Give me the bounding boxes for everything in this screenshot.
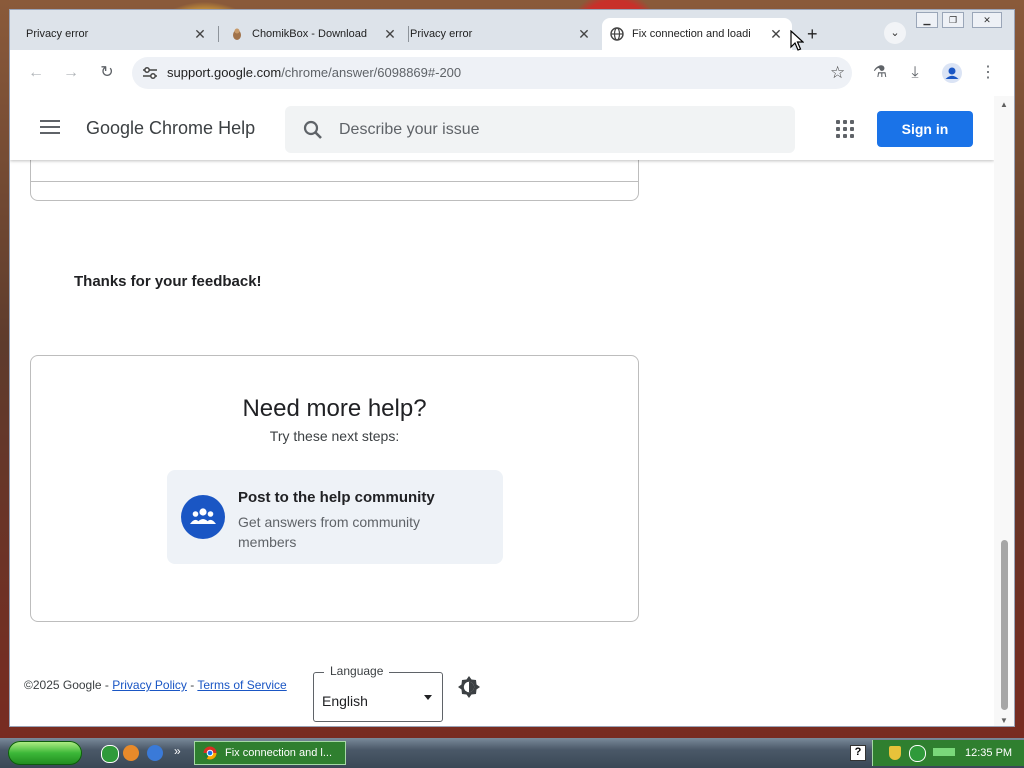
taskbar-window-title: Fix connection and l...	[225, 747, 333, 759]
tab-separator	[218, 26, 219, 42]
page-footer: ©2025 Google - Privacy Policy - Terms of…	[24, 678, 287, 692]
globe-icon	[610, 27, 624, 41]
scroll-up-arrow-icon[interactable]: ▲	[1000, 100, 1008, 109]
sign-in-button[interactable]: Sign in	[877, 111, 973, 147]
search-icon[interactable]	[303, 120, 323, 140]
tab-chomikbox[interactable]: ChomikBox - Download ✕	[222, 18, 406, 50]
chrome-window: Privacy error ✕ ChomikBox - Download ✕ P…	[10, 10, 1014, 726]
profile-avatar-icon[interactable]	[942, 63, 962, 83]
tab-strip: Privacy error ✕ ChomikBox - Download ✕ P…	[10, 10, 1014, 50]
firefox-icon[interactable]	[123, 745, 139, 761]
chrome-taskbar-icon	[203, 746, 217, 760]
terms-of-service-link[interactable]: Terms of Service	[197, 678, 286, 692]
privacy-policy-link[interactable]: Privacy Policy	[112, 678, 187, 692]
google-apps-grid-icon[interactable]	[836, 120, 854, 138]
forward-arrow-icon[interactable]: →	[61, 63, 81, 83]
more-vertical-icon[interactable]: ⋮	[978, 63, 998, 83]
utorrent-icon[interactable]	[101, 745, 119, 763]
language-label: Language	[324, 664, 390, 678]
bookmark-star-icon[interactable]: ☆	[830, 63, 845, 83]
search-box[interactable]	[285, 106, 795, 153]
taskbar-clock[interactable]: 12:35 PM	[965, 747, 1012, 759]
footer-separator: -	[186, 678, 198, 692]
tab-title: Fix connection and loadi	[632, 28, 751, 40]
tab-title: ChomikBox - Download	[252, 28, 367, 40]
theme-brightness-icon[interactable]	[457, 675, 481, 699]
url-path: /chrome/answer/6098869#-200	[281, 65, 462, 80]
close-window-icon[interactable]: ✕	[972, 12, 1002, 28]
help-header: Google Chrome Help Sign in	[10, 96, 994, 160]
tab-search-chevron-icon[interactable]: ⌄	[884, 22, 906, 44]
tab-title: Privacy error	[26, 28, 89, 40]
close-icon[interactable]: ✕	[768, 26, 784, 43]
help-question-icon[interactable]: ?	[850, 745, 866, 761]
tab-privacy-error-1[interactable]: Privacy error ✕	[18, 18, 216, 50]
labs-flask-icon[interactable]: ⚗	[870, 63, 890, 83]
close-icon[interactable]: ✕	[576, 26, 592, 43]
taskbar-chrome-window[interactable]: Fix connection and l...	[194, 741, 346, 765]
search-input[interactable]	[337, 116, 781, 144]
shield-icon[interactable]	[889, 746, 901, 760]
system-tray: 12:35 PM	[872, 740, 1024, 766]
tab-title: Privacy error	[410, 28, 473, 40]
utorrent-tray-icon[interactable]	[909, 745, 926, 762]
scroll-down-arrow-icon[interactable]: ▼	[1000, 716, 1008, 725]
browser-toolbar: ← → ↻ support.google.com/chrome/answer/6…	[10, 50, 1014, 96]
network-icon[interactable]	[933, 748, 955, 756]
address-bar[interactable]: support.google.com/chrome/answer/6098869…	[132, 57, 852, 89]
restore-icon[interactable]: ❐	[942, 12, 964, 28]
scrollbar-thumb[interactable]	[1001, 540, 1008, 710]
need-more-help-card: Need more help? Try these next steps: Po…	[30, 355, 639, 622]
minimize-icon[interactable]: ▁	[916, 12, 938, 28]
divider	[31, 181, 638, 182]
community-title: Post to the help community	[238, 489, 435, 506]
hamburger-menu-icon[interactable]	[40, 120, 60, 138]
help-center-title[interactable]: Google Chrome Help	[86, 118, 255, 139]
page-scrollbar[interactable]: ▲ ▼	[994, 96, 1014, 726]
chomik-favicon-icon	[233, 28, 241, 40]
back-arrow-icon[interactable]: ←	[26, 63, 46, 83]
close-icon[interactable]: ✕	[382, 26, 398, 43]
mouse-pointer-icon	[790, 30, 804, 51]
next-steps-subheading: Try these next steps:	[269, 428, 400, 444]
url-host: support.google.com	[167, 65, 282, 80]
windows-taskbar: » Fix connection and l... ? 12:35 PM	[0, 738, 1024, 768]
quicklaunch-expand-icon[interactable]: »	[174, 744, 181, 758]
feedback-message: Thanks for your feedback!	[74, 273, 262, 290]
language-value: English	[322, 693, 368, 709]
new-tab-plus-icon[interactable]: +	[807, 24, 818, 45]
community-subtitle: Get answers from community members	[238, 514, 421, 550]
tab-privacy-error-2[interactable]: Privacy error ✕	[402, 18, 600, 50]
download-icon[interactable]: ⤓	[905, 63, 925, 83]
dropdown-caret-icon	[424, 695, 432, 700]
start-button[interactable]	[8, 741, 82, 765]
url-text[interactable]: support.google.com/chrome/answer/6098869…	[167, 65, 461, 80]
post-to-community-button[interactable]: Post to the help community Get answers f…	[167, 470, 503, 564]
help-page: Google Chrome Help Sign in Thanks for yo…	[10, 96, 994, 726]
close-icon[interactable]: ✕	[192, 26, 208, 43]
language-select[interactable]: Language English	[313, 664, 443, 722]
need-more-help-heading: Need more help?	[242, 395, 427, 422]
community-people-icon	[181, 495, 225, 539]
site-settings-tune-icon[interactable]	[142, 66, 158, 80]
copyright-text: ©2025 Google -	[24, 678, 113, 692]
internet-explorer-icon[interactable]	[147, 745, 163, 761]
reload-icon[interactable]: ↻	[97, 63, 117, 83]
tab-fix-connection[interactable]: Fix connection and loadi ✕	[602, 18, 792, 50]
